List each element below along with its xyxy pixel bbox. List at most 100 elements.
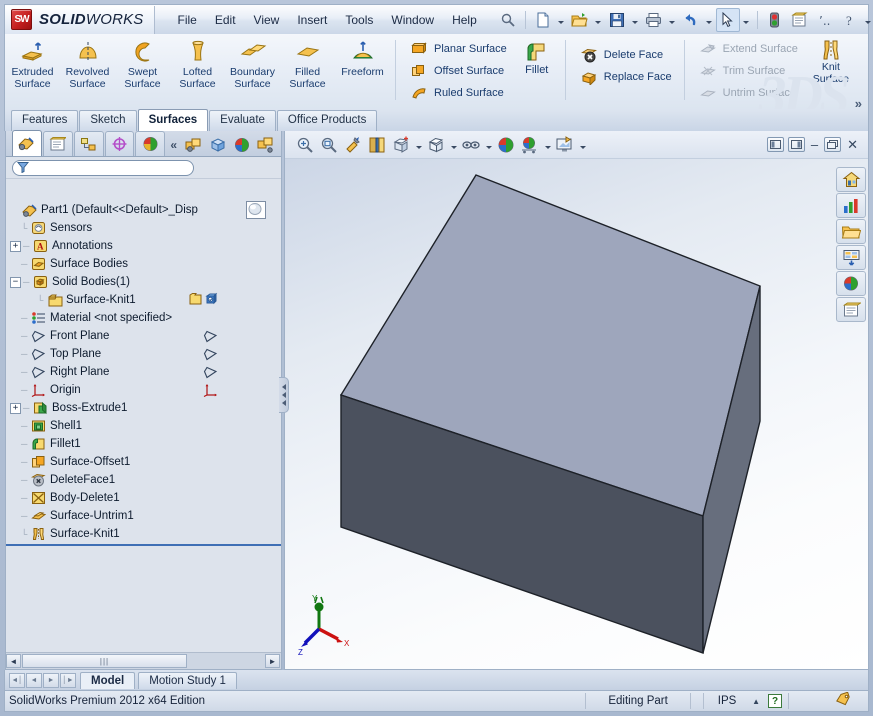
freeform-button[interactable]: Freeform bbox=[335, 34, 390, 79]
edit-appearance-icon[interactable] bbox=[494, 133, 518, 157]
tree-item-deleteface1[interactable]: ─ DeleteFace1 bbox=[6, 471, 281, 489]
display-style-icon[interactable] bbox=[255, 134, 277, 156]
menu-item-edit[interactable]: Edit bbox=[206, 9, 245, 31]
tree-item-material[interactable]: ─ Material <not specified> bbox=[6, 309, 281, 327]
status-units-caret-icon[interactable]: ▲ bbox=[744, 697, 768, 706]
tree-item-body-surface-knit1[interactable]: └ Surface-Knit1 bbox=[6, 291, 281, 309]
menu-item-insert[interactable]: Insert bbox=[288, 9, 336, 31]
tree-expander-minus-icon[interactable]: − bbox=[10, 277, 21, 288]
scroll-left-arrow-icon[interactable]: ◄ bbox=[6, 654, 21, 668]
display-manager-tab[interactable] bbox=[135, 131, 165, 156]
tree-item-boss-extrude1[interactable]: + ─ Boss-Extrude1 bbox=[6, 399, 281, 417]
hide-show-icon[interactable] bbox=[183, 134, 205, 156]
tab-features[interactable]: Features bbox=[11, 110, 78, 131]
hide-show-items-chevron-down-icon[interactable] bbox=[483, 134, 494, 156]
tab-model[interactable]: Model bbox=[80, 672, 135, 689]
zoom-to-fit-icon[interactable] bbox=[293, 133, 317, 157]
property-manager-tab[interactable] bbox=[43, 131, 73, 156]
menu-item-help[interactable]: Help bbox=[443, 9, 486, 31]
nav-first-button[interactable]: ◄│ bbox=[9, 673, 25, 688]
print-document-icon[interactable] bbox=[642, 8, 666, 32]
help-chevron-down-icon[interactable] bbox=[863, 9, 873, 31]
tree-item-sensors[interactable]: └ Sensors bbox=[6, 219, 281, 237]
part-display-state-icon[interactable] bbox=[246, 201, 266, 219]
extruded-surface-button[interactable]: Extruded Surface bbox=[5, 34, 60, 90]
help-question-icon[interactable]: ? bbox=[838, 8, 862, 32]
delete-face-button[interactable]: Delete Face bbox=[575, 44, 675, 66]
status-units-label[interactable]: IPS bbox=[710, 695, 744, 707]
view-orientation-icon[interactable] bbox=[207, 134, 229, 156]
collapse-chevron-icon[interactable]: « bbox=[166, 138, 181, 152]
select-tool-chevron-down-icon[interactable] bbox=[741, 9, 752, 31]
body-visibility-icon[interactable] bbox=[205, 292, 220, 309]
appearances-icon[interactable] bbox=[231, 134, 253, 156]
hide-show-items-icon[interactable] bbox=[459, 133, 483, 157]
status-help-icon[interactable]: ? bbox=[768, 694, 782, 708]
view-orientation-icon[interactable] bbox=[389, 133, 413, 157]
scroll-thumb[interactable]: ||| bbox=[22, 654, 187, 668]
solidworks-logo[interactable]: SW SOLIDWORKS bbox=[5, 6, 155, 34]
ruled-surface-button[interactable]: Ruled Surface bbox=[405, 82, 510, 104]
swept-surface-button[interactable]: Swept Surface bbox=[115, 34, 170, 90]
apply-scene-icon[interactable] bbox=[518, 133, 542, 157]
planar-surface-button[interactable]: Planar Surface bbox=[405, 38, 510, 60]
tree-expander-plus-icon[interactable]: + bbox=[10, 241, 21, 252]
open-document-icon[interactable] bbox=[568, 8, 592, 32]
extend-surface-button[interactable]: Extend Surface bbox=[694, 38, 801, 60]
tab-sketch[interactable]: Sketch bbox=[79, 110, 136, 131]
undo-chevron-down-icon[interactable] bbox=[704, 9, 715, 31]
rollback-bar[interactable] bbox=[6, 544, 281, 546]
tree-item-part1[interactable]: Part1 (Default<<Default>_Disp bbox=[6, 201, 281, 219]
select-tool-icon[interactable] bbox=[716, 8, 740, 32]
document-minimize-button[interactable]: – bbox=[809, 137, 820, 152]
tile-right-button[interactable] bbox=[788, 137, 805, 152]
nav-next-button[interactable]: ► bbox=[43, 673, 59, 688]
view-orientation-chevron-down-icon[interactable] bbox=[413, 134, 424, 156]
body-row-icons[interactable] bbox=[188, 292, 220, 309]
menu-item-window[interactable]: Window bbox=[382, 9, 443, 31]
nav-prev-button[interactable]: ◄ bbox=[26, 673, 42, 688]
sensor-chart-icon[interactable] bbox=[836, 193, 866, 218]
tree-item-surface-bodies[interactable]: ─ Surface Bodies bbox=[6, 255, 281, 273]
feature-manager-design-tree-tab[interactable] bbox=[12, 130, 42, 156]
previous-view-icon[interactable] bbox=[341, 133, 365, 157]
tab-motion-study-1[interactable]: Motion Study 1 bbox=[138, 672, 237, 689]
feature-tree-horizontal-scrollbar[interactable]: ◄ ||| ► bbox=[6, 652, 281, 669]
tab-surfaces[interactable]: Surfaces bbox=[138, 109, 209, 131]
tree-item-right-plane[interactable]: ─ Right Plane bbox=[6, 363, 281, 381]
lofted-surface-button[interactable]: Lofted Surface bbox=[170, 34, 225, 90]
undo-icon[interactable] bbox=[679, 8, 703, 32]
filled-surface-button[interactable]: Filled Surface bbox=[280, 34, 335, 90]
knit-surface-button[interactable]: Knit Surface bbox=[805, 34, 857, 85]
save-document-chevron-down-icon[interactable] bbox=[630, 9, 641, 31]
menu-item-view[interactable]: View bbox=[245, 9, 289, 31]
view-settings-icon[interactable] bbox=[553, 133, 577, 157]
body-folder-indicator-icon[interactable] bbox=[188, 292, 203, 309]
menu-item-file[interactable]: File bbox=[169, 9, 206, 31]
open-document-chevron-down-icon[interactable] bbox=[593, 9, 604, 31]
graphics-canvas[interactable]: Y X Z bbox=[285, 159, 868, 669]
options-icon[interactable] bbox=[788, 8, 812, 32]
document-close-button[interactable]: ✕ bbox=[845, 137, 860, 153]
nav-last-button[interactable]: │► bbox=[60, 673, 76, 688]
replace-face-button[interactable]: Replace Face bbox=[575, 66, 675, 88]
configuration-manager-tab[interactable] bbox=[74, 131, 104, 156]
print-document-chevron-down-icon[interactable] bbox=[667, 9, 678, 31]
boundary-surface-button[interactable]: Boundary Surface bbox=[225, 34, 280, 90]
scroll-right-arrow-icon[interactable]: ► bbox=[265, 654, 280, 668]
tree-item-surface-untrim1[interactable]: ─ Surface-Untrim1 bbox=[6, 507, 281, 525]
tree-item-fillet1[interactable]: ─ Fillet1 bbox=[6, 435, 281, 453]
section-view-icon[interactable] bbox=[365, 133, 389, 157]
tree-item-surface-knit1[interactable]: └ Surface-Knit1 bbox=[6, 525, 281, 543]
offset-surface-button[interactable]: Offset Surface bbox=[405, 60, 510, 82]
rebuild-icon[interactable] bbox=[763, 8, 787, 32]
tab-office-products[interactable]: Office Products bbox=[277, 110, 377, 131]
menu-item-tools[interactable]: Tools bbox=[336, 9, 382, 31]
panel-splitter-handle[interactable] bbox=[279, 377, 289, 413]
ribbon-overflow-chevron-icon[interactable]: » bbox=[855, 96, 862, 109]
search-icon[interactable] bbox=[496, 8, 520, 32]
zoom-to-area-icon[interactable] bbox=[317, 133, 341, 157]
tree-item-front-plane[interactable]: ─ Front Plane bbox=[6, 327, 281, 345]
tree-item-body-delete1[interactable]: ─ Body-Delete1 bbox=[6, 489, 281, 507]
apply-scene-chevron-down-icon[interactable] bbox=[542, 134, 553, 156]
